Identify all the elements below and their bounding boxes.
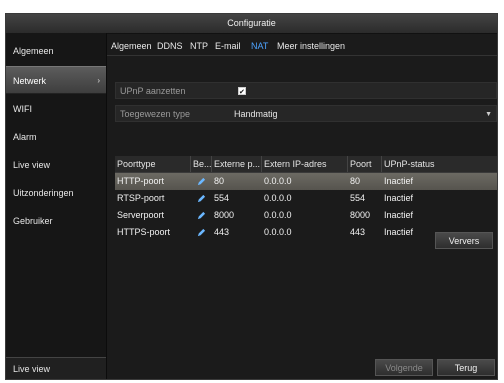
col-externe-poort[interactable]: Externe p...	[214, 156, 260, 172]
back-button[interactable]: Terug	[437, 359, 495, 376]
cell-status: Inactief	[384, 210, 414, 220]
edit-icon[interactable]	[197, 194, 206, 203]
table-row[interactable]: HTTP-poort 80 0.0.0.0 80 Inactief	[115, 173, 497, 190]
tab-nat[interactable]: NAT	[251, 39, 268, 53]
sidebar-item-netwerk[interactable]: Netwerk ›	[6, 66, 106, 94]
assign-type-label: Toegewezen type	[120, 109, 191, 119]
col-bewerken[interactable]: Be...	[193, 156, 213, 172]
cell-status: Inactief	[384, 227, 414, 237]
sidebar-item-label: Netwerk	[13, 76, 47, 86]
cell-port: 443	[350, 227, 366, 237]
chevron-down-icon[interactable]: ▼	[485, 106, 492, 123]
upnp-row: UPnP aanzetten	[115, 82, 497, 101]
sidebar-item-label: Gebruiker	[13, 216, 53, 226]
cell-ext-port: 554	[214, 193, 230, 203]
cell-type: RTSP-poort	[117, 193, 165, 203]
cell-ext-ip: 0.0.0.0	[264, 210, 292, 220]
assign-type-row: Toegewezen type Handmatig ▼	[115, 105, 497, 122]
col-upnp-status[interactable]: UPnP-status	[384, 156, 464, 172]
tab-meer-instellingen[interactable]: Meer instellingen	[277, 39, 345, 53]
cell-status: Inactief	[384, 193, 414, 203]
sidebar-item-algemeen[interactable]: Algemeen	[6, 37, 106, 65]
cell-status: Inactief	[384, 176, 414, 186]
sidebar-item-uitzonderingen[interactable]: Uitzonderingen	[6, 179, 106, 207]
sidebar-item-gebruiker[interactable]: Gebruiker	[6, 207, 106, 235]
upnp-checkbox[interactable]	[238, 84, 246, 101]
cell-port: 80	[350, 176, 361, 186]
cell-ext-port: 8000	[214, 210, 235, 220]
cell-ext-port: 443	[214, 227, 230, 237]
edit-icon[interactable]	[197, 211, 206, 220]
cell-ext-ip: 0.0.0.0	[264, 193, 292, 203]
refresh-button[interactable]: Ververs	[435, 232, 493, 249]
tab-email[interactable]: E-mail	[215, 39, 241, 53]
cell-ext-ip: 0.0.0.0	[264, 176, 292, 186]
tab-ntp[interactable]: NTP	[190, 39, 208, 53]
table-row[interactable]: Serverpoort 8000 0.0.0.0 8000 Inactief	[115, 207, 497, 224]
tab-bar: Algemeen DDNS NTP E-mail NAT Meer instel…	[107, 37, 497, 56]
sidebar: Algemeen Netwerk › WIFI Alarm Live view …	[6, 33, 107, 379]
window-title: Configuratie	[6, 14, 497, 34]
tab-ddns[interactable]: DDNS	[157, 39, 183, 53]
cell-ext-port: 80	[214, 176, 225, 186]
col-poorttype[interactable]: Poorttype	[117, 156, 187, 172]
sidebar-item-live-view[interactable]: Live view	[6, 151, 106, 179]
live-view-button[interactable]: Live view	[6, 357, 106, 379]
sidebar-item-label: Alarm	[13, 132, 37, 142]
cell-type: HTTP-poort	[117, 176, 165, 186]
table-row[interactable]: RTSP-poort 554 0.0.0.0 554 Inactief	[115, 190, 497, 207]
cell-type: Serverpoort	[117, 210, 165, 220]
upnp-label: UPnP aanzetten	[120, 86, 186, 96]
cell-ext-ip: 0.0.0.0	[264, 227, 292, 237]
cell-port: 8000	[350, 210, 371, 220]
assign-type-select[interactable]: Handmatig	[234, 106, 278, 123]
table-header: Poorttype Be... Externe p... Extern IP-a…	[115, 156, 497, 173]
configuration-window: Configuratie Algemeen Netwerk › WIFI Ala…	[5, 13, 498, 380]
sidebar-item-label: WIFI	[13, 104, 32, 114]
sidebar-item-label: Algemeen	[13, 46, 54, 56]
sidebar-item-label: Uitzonderingen	[13, 188, 74, 198]
chevron-right-icon: ›	[97, 76, 100, 85]
sidebar-item-wifi[interactable]: WIFI	[6, 95, 106, 123]
edit-icon[interactable]	[197, 228, 206, 237]
edit-icon[interactable]	[197, 177, 206, 186]
tab-algemeen[interactable]: Algemeen	[111, 39, 152, 53]
main-panel: Algemeen DDNS NTP E-mail NAT Meer instel…	[107, 33, 497, 379]
cell-port: 554	[350, 193, 366, 203]
next-button[interactable]: Volgende	[375, 359, 433, 376]
sidebar-item-label: Live view	[13, 160, 51, 170]
cell-type: HTTPS-poort	[117, 227, 171, 237]
col-extern-ip[interactable]: Extern IP-adres	[264, 156, 344, 172]
col-poort[interactable]: Poort	[350, 156, 380, 172]
sidebar-item-alarm[interactable]: Alarm	[6, 123, 106, 151]
